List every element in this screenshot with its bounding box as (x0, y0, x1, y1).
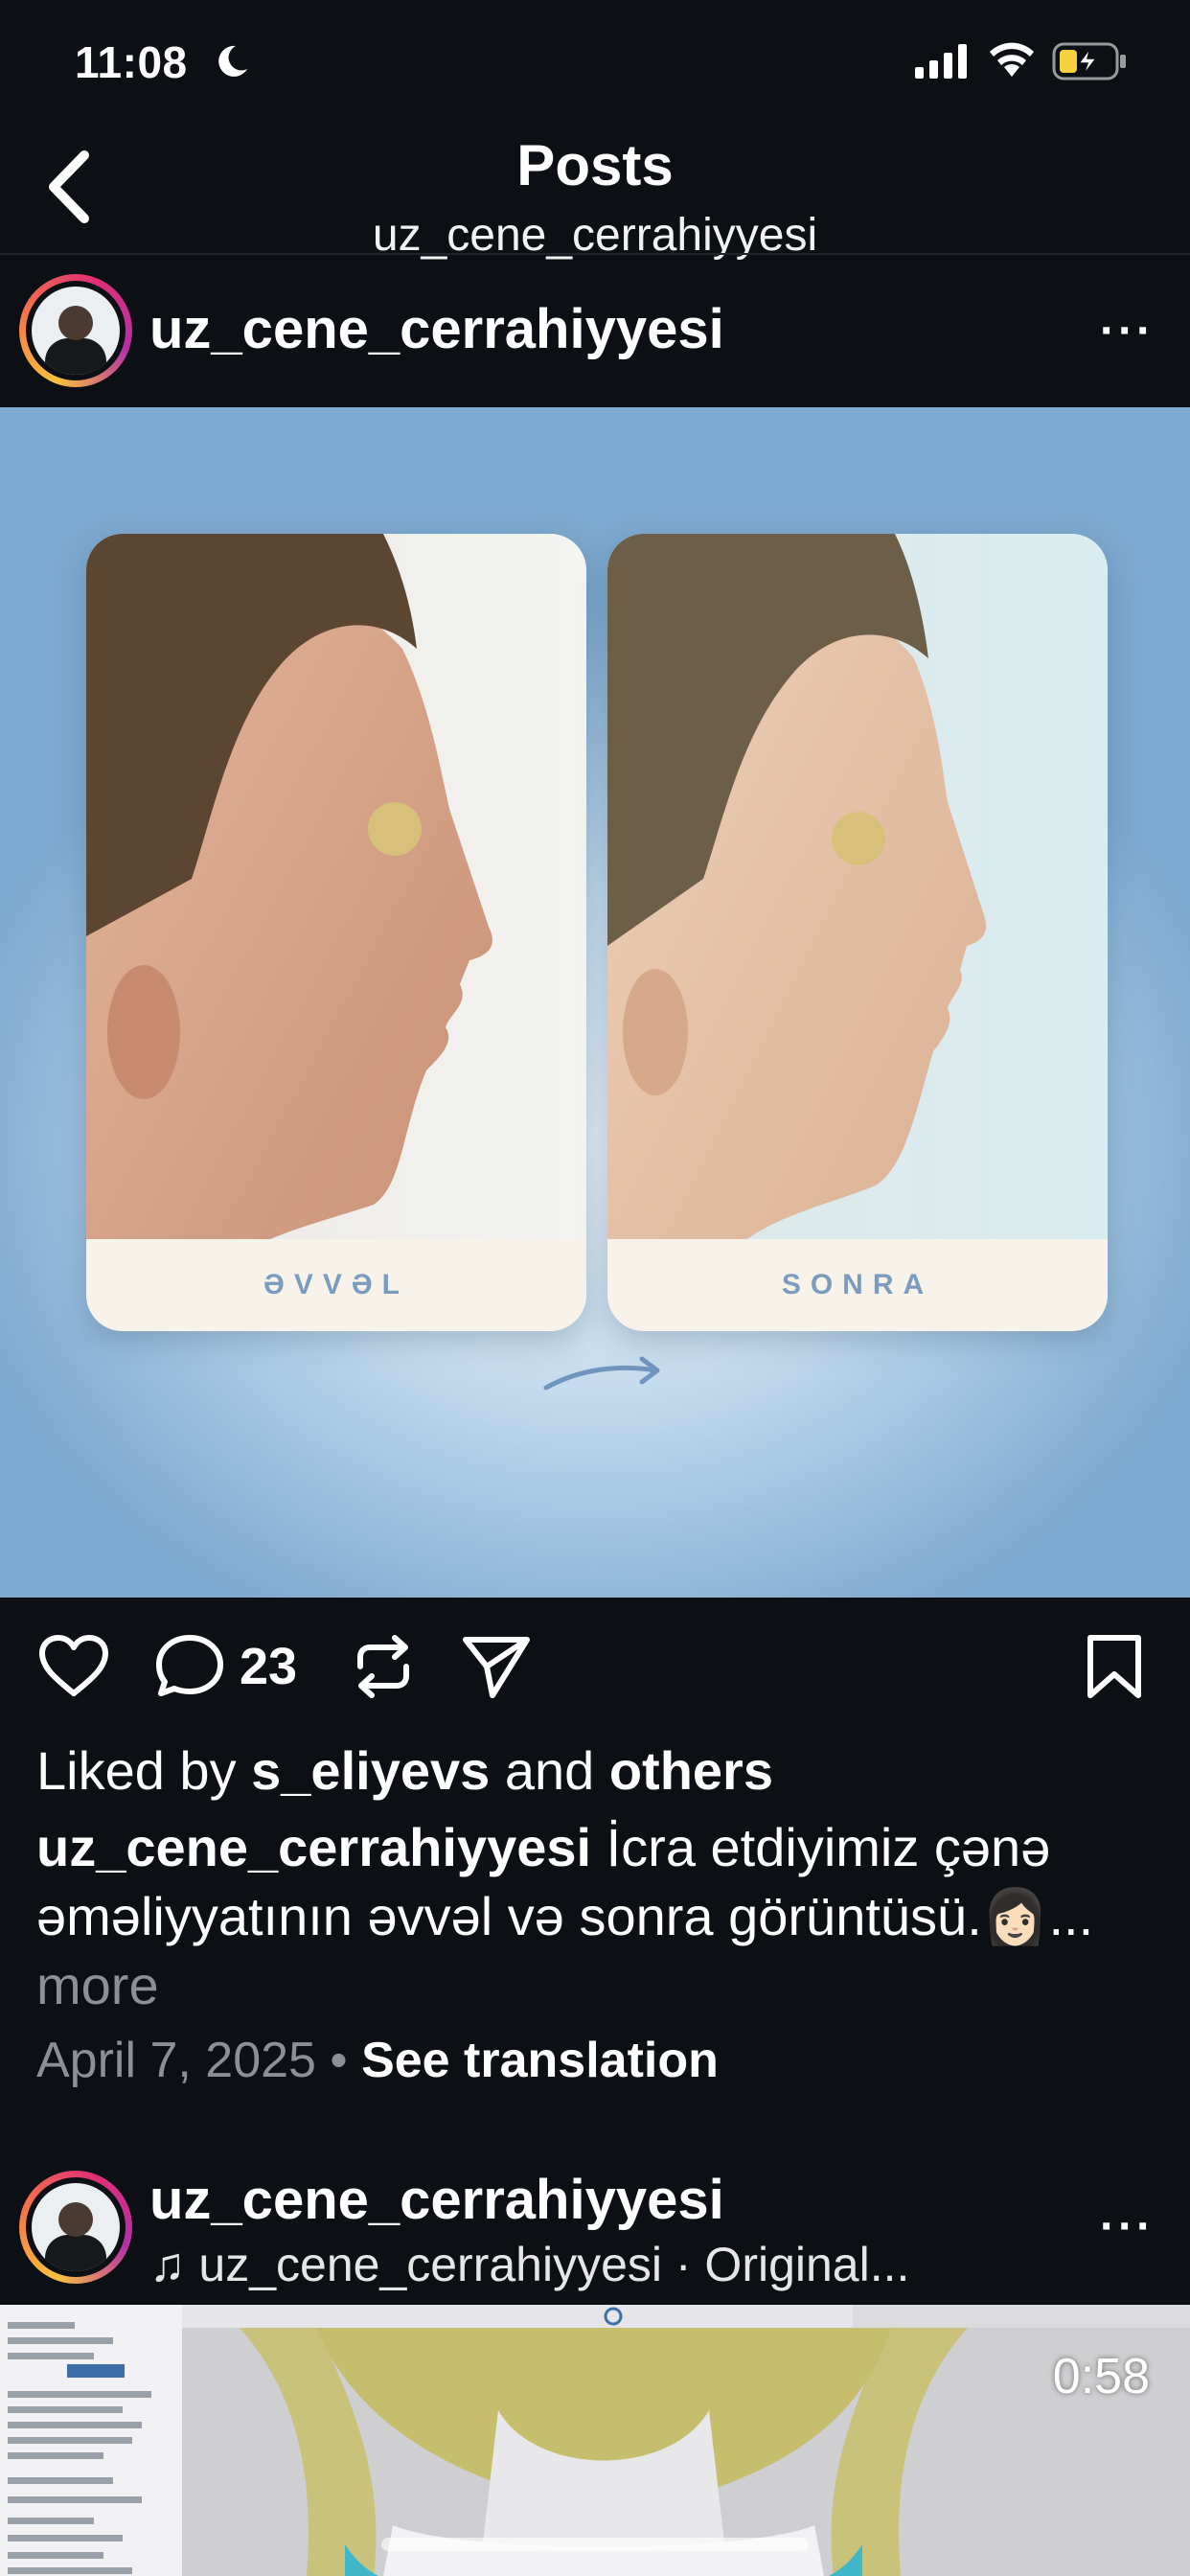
avatar-body (45, 338, 106, 375)
post2-more-options-button[interactable]: ··· (1100, 2200, 1155, 2253)
before-label: ƏVVƏL (86, 1239, 586, 1331)
comment-count[interactable]: 23 (240, 1637, 297, 1696)
heart-icon[interactable] (38, 1634, 109, 1699)
surgical-planning-software-frame (0, 2305, 1190, 2576)
post-caption: uz_cene_cerrahiyyesi İcra etdiyimiz çənə… (36, 1813, 1157, 2020)
comment-icon[interactable] (155, 1634, 224, 1699)
bookmark-icon[interactable] (1085, 1634, 1144, 1699)
video-duration: 0:58 (1052, 2349, 1150, 2404)
post2-video[interactable] (0, 2305, 1190, 2576)
avatar-body (45, 2235, 106, 2271)
music-note-icon: ♫ (149, 2238, 186, 2291)
cellular-signal-icon (915, 44, 967, 79)
battery-charging-icon (1052, 42, 1126, 80)
after-face-profile-image (607, 534, 1108, 1331)
before-face-profile-image (86, 534, 586, 1331)
status-time: 11:08 (75, 37, 188, 87)
home-indicator[interactable] (381, 2538, 809, 2551)
after-label: SONRA (607, 1239, 1108, 1331)
likes-prefix: Liked by (36, 1740, 252, 1801)
post-date: April 7, 2025 (36, 2033, 316, 2088)
post1-image[interactable]: ƏVVƏL SONRA (0, 407, 1190, 1598)
post2-avatar[interactable] (19, 2171, 132, 2284)
wifi-icon (990, 42, 1034, 77)
post1-avatar[interactable] (19, 274, 132, 387)
avatar-photo (32, 287, 120, 375)
send-icon[interactable] (462, 1634, 531, 1699)
moon-icon (218, 45, 247, 77)
avatar-photo (32, 2183, 120, 2271)
likes-middle: and (490, 1740, 609, 1801)
caption-username[interactable]: uz_cene_cerrahiyyesi (36, 1817, 591, 1877)
repost-icon[interactable] (351, 1634, 416, 1699)
before-photo-card: ƏVVƏL (86, 534, 586, 1331)
arrow-right-icon (543, 1356, 660, 1391)
post1-more-options-button[interactable]: ··· (1100, 305, 1155, 357)
likes-summary[interactable]: Liked by s_eliyevs and others (36, 1736, 1157, 1806)
header-divider (0, 253, 1190, 255)
page-title: Posts (516, 133, 674, 197)
post1-username[interactable]: uz_cene_cerrahiyyesi (149, 297, 724, 361)
after-photo-card: SONRA (607, 534, 1108, 1331)
caption-more-link[interactable]: more (36, 1955, 159, 2015)
avatar-head (58, 2202, 93, 2237)
post2-username[interactable]: uz_cene_cerrahiyyesi (149, 2168, 724, 2232)
liked-by-user-link[interactable]: s_eliyevs (251, 1740, 490, 1801)
meta-separator: • (315, 2033, 362, 2088)
post2-audio-text: uz_cene_cerrahiyyesi · Original... (198, 2238, 910, 2291)
see-translation-link[interactable]: See translation (361, 2033, 719, 2088)
post-meta: April 7, 2025 • See translation (36, 2032, 719, 2089)
caption-ellipsis: ... (1048, 1886, 1094, 1946)
likes-others-link[interactable]: others (609, 1740, 773, 1801)
avatar-head (58, 306, 93, 340)
post2-audio-link[interactable]: ♫ uz_cene_cerrahiyyesi · Original... (149, 2237, 909, 2292)
